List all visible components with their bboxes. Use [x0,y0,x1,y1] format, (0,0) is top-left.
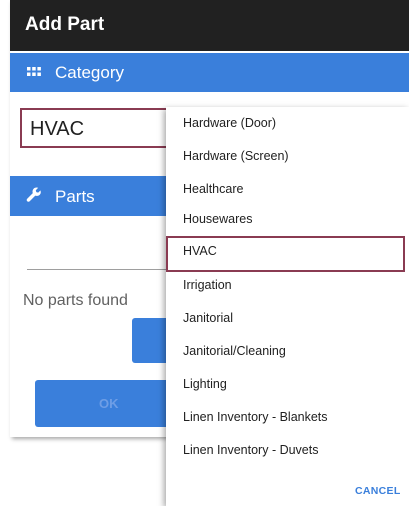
dropdown-option-label: Lighting [183,377,227,391]
dropdown-option-label: Hardware (Screen) [183,149,289,163]
dropdown-option-label: Housewares [183,212,253,226]
dropdown-option-label: HVAC [183,244,217,258]
wrench-icon [26,187,41,202]
dropdown-option[interactable]: Janitorial [166,303,409,336]
dialog-titlebar: Add Part [10,0,409,51]
dropdown-option[interactable]: Healthcare [166,174,409,207]
parts-section-label: Parts [55,187,95,206]
parts-input-underline[interactable] [27,269,177,270]
dropdown-option-label: Janitorial [183,311,234,325]
dropdown-option-label: Hardware (Door) [183,116,277,130]
category-section-label: Category [55,63,124,82]
dropdown-option[interactable]: Lighting [166,369,409,402]
ok-button[interactable]: OK [35,380,175,427]
dropdown-option-selected[interactable]: HVAC [166,236,405,272]
dropdown-option[interactable]: Hardware (Screen) [166,141,409,174]
dropdown-option-label: Linen Inventory - Duvets [183,443,319,457]
dropdown-option[interactable]: Housewares [166,204,409,237]
no-parts-message: No parts found [23,292,128,309]
dropdown-option[interactable]: Irrigation [166,270,409,303]
category-section-header: Category [10,53,409,92]
dropdown-option[interactable]: Hardware (Door) [166,108,409,141]
dropdown-option-label: Janitorial/Cleaning [183,344,286,358]
grid-icon [27,67,41,76]
dialog-title: Add Part [25,14,105,35]
dropdown-option[interactable]: Linen Inventory - Duvets [166,435,409,468]
category-select-value: HVAC [30,118,85,140]
dropdown-option-label: Irrigation [183,278,232,292]
cancel-button[interactable]: CANCEL [355,485,401,497]
dropdown-option-label: Linen Inventory - Blankets [183,410,328,424]
category-dropdown-menu: Hardware (Door) Hardware (Screen) Health… [166,107,409,506]
dropdown-option-label: Healthcare [183,182,244,196]
ok-button-label: OK [99,396,119,411]
dropdown-option[interactable]: Linen Inventory - Blankets [166,402,409,435]
dropdown-option[interactable]: Janitorial/Cleaning [166,336,409,369]
